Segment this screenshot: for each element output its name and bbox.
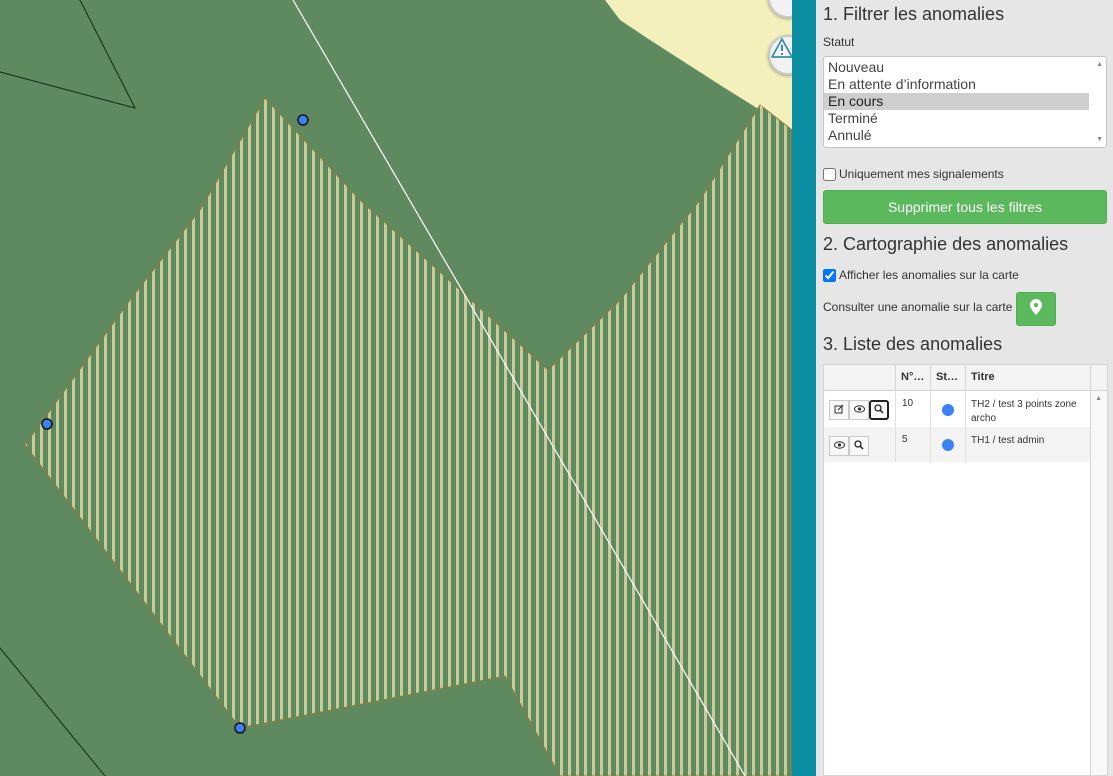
status-dot (942, 439, 954, 451)
status-option[interactable]: Annulé (824, 127, 1089, 144)
list-section-title: 3. Liste des anomalies (823, 334, 1003, 354)
row-actions (824, 391, 896, 427)
column-header-status[interactable]: St… (931, 365, 966, 390)
map-canvas[interactable] (0, 0, 792, 776)
eye-icon (833, 440, 845, 452)
map-view[interactable] (0, 0, 792, 776)
status-multiselect[interactable]: Nouveau En attente d’information En cours T… (823, 56, 1107, 148)
edit-button[interactable] (829, 400, 849, 420)
map-line (0, 647, 106, 776)
zoom-icon (854, 439, 864, 453)
anomaly-zone-polygon[interactable] (24, 97, 792, 776)
mapping-section-title: 2. Cartographie des anomalies (823, 234, 1069, 254)
view-button[interactable] (829, 436, 849, 456)
row-status (931, 427, 966, 462)
column-header-number[interactable]: N°… (896, 365, 931, 390)
anomalies-grid: N°… St… Titre 10 TH2 / test 3 points zon… (823, 364, 1108, 776)
status-option[interactable]: Nouveau (824, 59, 1089, 76)
zoom-icon (874, 403, 884, 417)
consult-on-map-label: Consulter une anomalie sur la carte (823, 300, 1013, 314)
map-line (0, 0, 137, 109)
panel-divider[interactable] (792, 0, 816, 776)
row-actions (824, 427, 896, 462)
scroll-down-icon[interactable]: ▼ (1096, 136, 1103, 143)
column-header-actions (824, 365, 896, 390)
status-label: Statut (823, 35, 855, 49)
only-mine-checkbox-row[interactable]: Uniquement mes signalements (823, 167, 1004, 181)
map-marker-icon (1030, 298, 1042, 320)
zoom-button[interactable] (849, 436, 869, 456)
locate-anomaly-button[interactable] (1016, 292, 1056, 326)
only-mine-label: Uniquement mes signalements (839, 167, 1004, 181)
anomalies-panel: 1. Filtrer les anomalies Statut Nouveau E… (816, 0, 1113, 776)
table-row[interactable]: 5 TH1 / test admin (824, 427, 1090, 462)
zoom-button[interactable] (869, 400, 889, 420)
grid-scrollbar[interactable]: ▲ (1090, 391, 1107, 775)
clear-filters-button[interactable]: Supprimer tous les filtres (823, 190, 1107, 224)
show-on-map-checkbox[interactable] (823, 268, 836, 282)
row-title: TH2 / test 3 points zone archo (971, 399, 1077, 424)
scroll-up-icon[interactable]: ▲ (1095, 395, 1102, 402)
only-mine-checkbox[interactable] (823, 167, 836, 181)
status-option[interactable]: En cours (824, 93, 1089, 110)
scroll-up-icon[interactable]: ▲ (1096, 61, 1103, 68)
eye-icon (853, 404, 865, 416)
map-vertex[interactable] (41, 418, 53, 430)
view-button[interactable] (849, 400, 869, 420)
row-title: TH1 / test admin (971, 435, 1045, 446)
row-number: 10 (896, 391, 931, 427)
show-on-map-checkbox-row[interactable]: Afficher les anomalies sur la carte (823, 268, 1019, 282)
status-option[interactable]: En attente d’information (824, 76, 1089, 93)
status-dot (942, 404, 954, 416)
status-option[interactable]: Terminé (824, 110, 1089, 127)
header-scroll-spacer (1090, 365, 1107, 390)
edit-icon (834, 404, 844, 417)
row-status (931, 391, 966, 427)
filter-section-title: 1. Filtrer les anomalies (823, 4, 1005, 24)
grid-header: N°… St… Titre (824, 365, 1107, 391)
column-header-title[interactable]: Titre (966, 365, 1090, 390)
app: 1. Filtrer les anomalies Statut Nouveau E… (0, 0, 1113, 776)
map-vertex[interactable] (234, 722, 246, 734)
table-row[interactable]: 10 TH2 / test 3 points zone archo (824, 391, 1090, 427)
show-on-map-label: Afficher les anomalies sur la carte (839, 268, 1019, 282)
map-vertex[interactable] (297, 114, 309, 126)
row-number: 5 (896, 427, 931, 462)
